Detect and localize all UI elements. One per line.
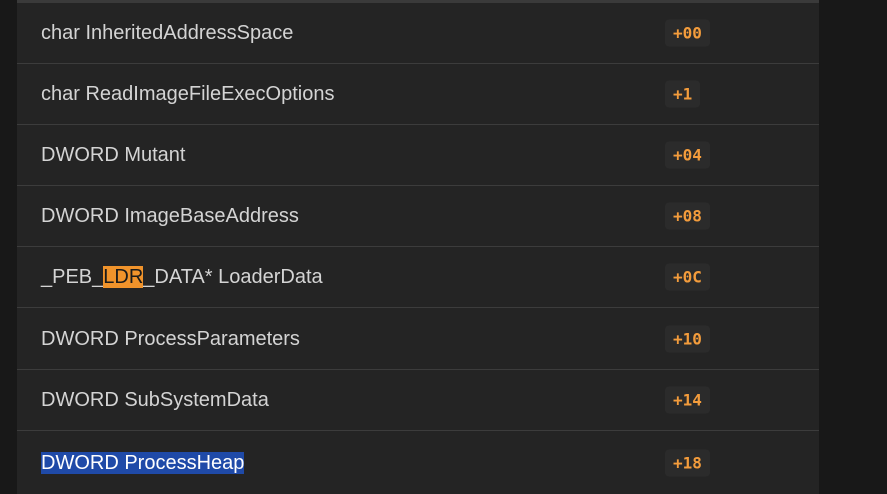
table-row: _PEB_LDR_DATA* LoaderData +0C [17, 247, 819, 308]
table-row: DWORD SubSystemData +14 [17, 370, 819, 431]
offset-code[interactable]: +1 [665, 80, 701, 108]
field-name-prefix: _PEB_ [41, 266, 104, 288]
offset-code[interactable]: +00 [665, 19, 710, 47]
offset-code[interactable]: +08 [665, 202, 710, 230]
table-row: DWORD ProcessParameters +10 [17, 309, 819, 370]
field-name[interactable]: char InheritedAddressSpace [41, 21, 293, 45]
field-name[interactable]: DWORD ImageBaseAddress [41, 204, 299, 228]
field-name[interactable]: DWORD ProcessHeap [41, 451, 245, 475]
table-row: DWORD Mutant +04 [17, 125, 819, 186]
table-row: DWORD ProcessHeap +18 [17, 431, 819, 494]
field-name[interactable]: _PEB_LDR_DATA* LoaderData [41, 265, 323, 289]
field-name-suffix: _DATA* LoaderData [143, 266, 323, 288]
field-name[interactable]: DWORD Mutant [41, 143, 185, 167]
table-row: char InheritedAddressSpace +00 [17, 3, 819, 64]
search-match-highlight: LDR [103, 266, 144, 288]
field-name[interactable]: DWORD SubSystemData [41, 388, 269, 412]
table-row: char ReadImageFileExecOptions +1 [17, 64, 819, 125]
text-selection[interactable]: DWORD ProcessHeap [41, 451, 245, 474]
struct-table: char InheritedAddressSpace +00 char Read… [17, 0, 819, 494]
field-name[interactable]: char ReadImageFileExecOptions [41, 82, 334, 106]
offset-code[interactable]: +10 [665, 325, 710, 353]
table-row: DWORD ImageBaseAddress +08 [17, 186, 819, 247]
offset-code[interactable]: +04 [665, 141, 710, 169]
offset-code[interactable]: +0C [665, 263, 710, 291]
offset-code[interactable]: +18 [665, 449, 710, 476]
field-name[interactable]: DWORD ProcessParameters [41, 327, 300, 351]
offset-code[interactable]: +14 [665, 386, 710, 414]
